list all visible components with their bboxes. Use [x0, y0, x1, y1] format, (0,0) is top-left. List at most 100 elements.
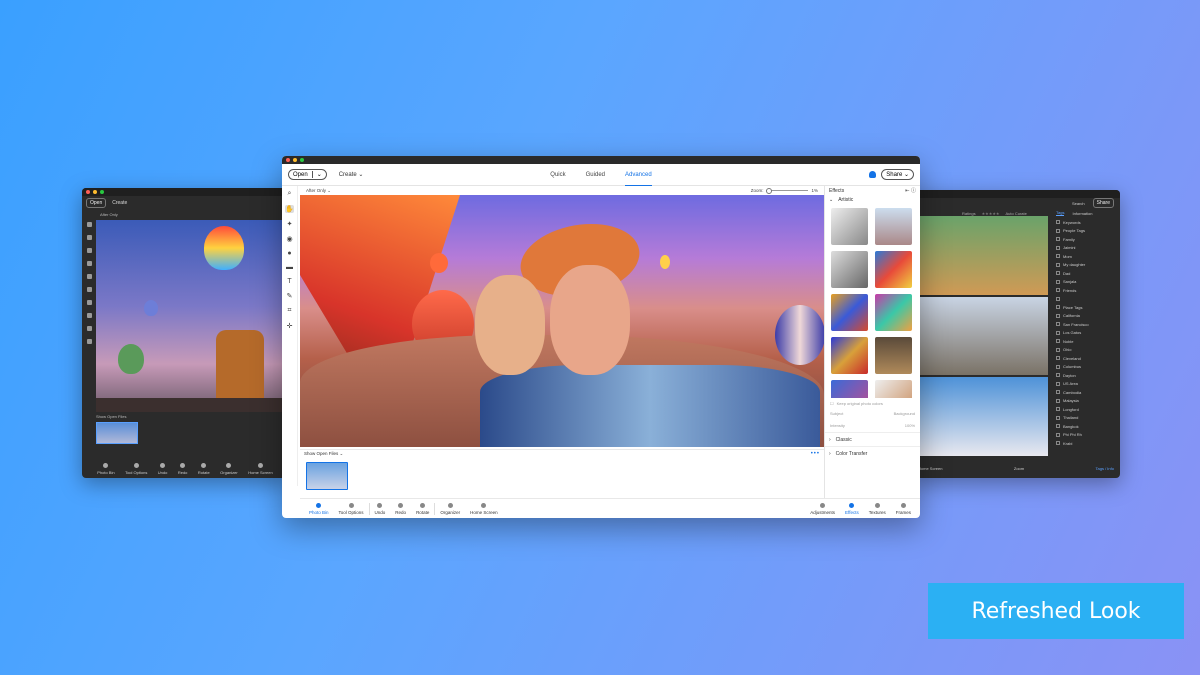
tag-row[interactable]: US Area [1050, 380, 1120, 389]
move-tool-icon[interactable]: ✛ [287, 322, 293, 330]
effect-thumbnail[interactable] [831, 251, 868, 288]
search-button[interactable]: Search [1072, 201, 1085, 206]
home-screen-button[interactable]: Home Screen [918, 466, 942, 471]
photo-thumbnail[interactable] [920, 377, 1048, 457]
panel-menu-icon[interactable]: ⇤ ⓘ [905, 187, 916, 194]
move-tool-icon[interactable] [86, 339, 92, 344]
brush-tool-icon[interactable] [86, 274, 92, 279]
bottom-organizer[interactable]: Organizer [435, 502, 465, 515]
tag-checkbox[interactable] [1056, 415, 1060, 420]
tab-tags[interactable]: Tags [1056, 210, 1065, 216]
bottom-tool-options[interactable]: Tool Options [125, 463, 147, 475]
eraser-tool-icon[interactable] [86, 287, 92, 292]
effect-thumbnail[interactable] [875, 208, 912, 245]
close-dot[interactable] [286, 158, 290, 162]
tag-row[interactable]: Family [1050, 235, 1120, 244]
tag-checkbox[interactable] [1056, 254, 1060, 259]
zoom-tool-icon[interactable] [86, 222, 92, 227]
type-tool-icon[interactable] [86, 300, 92, 305]
notification-bell-icon[interactable] [869, 171, 877, 178]
effect-thumbnail[interactable] [875, 294, 912, 331]
bottom-photo-bin[interactable]: Photo Bin [97, 463, 115, 475]
view-select[interactable]: After Only [82, 210, 288, 218]
maximize-dot[interactable] [100, 190, 104, 194]
pencil-tool-icon[interactable] [86, 313, 92, 318]
tag-row[interactable]: Place Tags [1050, 303, 1120, 312]
tag-checkbox[interactable] [1056, 279, 1060, 284]
effect-thumbnail[interactable] [831, 380, 868, 398]
tag-checkbox[interactable] [1056, 288, 1060, 293]
auto-curate-toggle[interactable]: Auto Curate [1006, 211, 1027, 216]
bottom-undo[interactable]: Undo [370, 502, 391, 515]
tag-row[interactable]: Mom [1050, 252, 1120, 261]
tag-row[interactable]: San Francisco [1050, 320, 1120, 329]
film-thumbnail[interactable] [96, 422, 138, 444]
brush-tool-icon[interactable]: ● [287, 250, 291, 257]
bottom-home[interactable]: Home Screen [248, 463, 273, 475]
subject-button[interactable]: Subject [830, 411, 843, 416]
tag-row[interactable]: Sanjala [1050, 278, 1120, 287]
tab-guided[interactable]: Guided [586, 164, 605, 186]
tag-row[interactable]: Cambodia [1050, 388, 1120, 397]
tag-checkbox[interactable] [1056, 245, 1060, 250]
tag-row[interactable]: Columbus [1050, 363, 1120, 372]
bottom-photo-bin[interactable]: Photo Bin [304, 502, 334, 515]
tag-checkbox[interactable] [1056, 356, 1060, 361]
tag-checkbox[interactable] [1056, 424, 1060, 429]
tab-information[interactable]: Information [1072, 211, 1092, 216]
effect-thumbnail[interactable] [875, 251, 912, 288]
effect-thumbnail[interactable] [875, 337, 912, 374]
tag-checkbox[interactable] [1056, 398, 1060, 403]
zoom-slider[interactable] [766, 188, 809, 194]
create-menu[interactable]: Create ⌄ [339, 171, 364, 178]
tags-info-button[interactable]: Tags / Info [1096, 466, 1114, 471]
photo-thumbnail[interactable] [920, 296, 1048, 376]
bottom-home[interactable]: Home Screen [465, 502, 503, 515]
bottom-adjustments[interactable]: Adjustments [805, 502, 840, 515]
hand-tool-icon[interactable] [86, 235, 92, 240]
type-tool-icon[interactable]: T [287, 278, 291, 285]
open-button[interactable]: Open ⌄ [288, 169, 327, 180]
bottom-tool-options[interactable]: Tool Options [334, 502, 369, 515]
bottom-organizer[interactable]: Organizer [220, 463, 238, 475]
tag-row[interactable]: Thailand [1050, 414, 1120, 423]
share-button[interactable]: Share ⌄ [881, 169, 914, 180]
tag-checkbox[interactable] [1056, 322, 1060, 327]
keep-colors-checkbox[interactable]: ☐ Keep original photo colors [825, 398, 920, 408]
tag-checkbox[interactable] [1056, 347, 1060, 352]
tag-checkbox[interactable] [1056, 432, 1060, 437]
tag-checkbox[interactable] [1056, 220, 1060, 225]
bottom-effects[interactable]: Effects [840, 502, 864, 515]
pencil-tool-icon[interactable]: ✎ [287, 292, 293, 300]
tag-checkbox[interactable] [1056, 296, 1060, 301]
bottom-redo[interactable]: Redo [178, 463, 187, 475]
tag-checkbox[interactable] [1056, 373, 1060, 378]
open-button[interactable]: Open [86, 198, 107, 208]
tag-checkbox[interactable] [1056, 339, 1060, 344]
section-classic[interactable]: › Classic [825, 432, 920, 446]
eye-tool-icon[interactable] [86, 261, 92, 266]
film-label[interactable]: Show Open Files [96, 414, 282, 419]
create-menu[interactable]: Create [112, 200, 127, 206]
effect-thumbnail[interactable] [875, 380, 912, 398]
tag-row[interactable]: People Tags [1050, 227, 1120, 236]
tag-checkbox[interactable] [1056, 262, 1060, 267]
tag-row[interactable]: Jaimini [1050, 244, 1120, 253]
tag-checkbox[interactable] [1056, 237, 1060, 242]
tag-row[interactable]: Ohio [1050, 346, 1120, 355]
tag-checkbox[interactable] [1056, 313, 1060, 318]
intensity-slider[interactable]: Intensity 100% [825, 418, 920, 432]
film-thumbnail[interactable] [306, 462, 348, 490]
tag-row[interactable]: Dad [1050, 269, 1120, 278]
tag-checkbox[interactable] [1056, 407, 1060, 412]
tag-checkbox[interactable] [1056, 381, 1060, 386]
background-button[interactable]: Background [894, 411, 915, 416]
tag-row[interactable]: California [1050, 312, 1120, 321]
wand-tool-icon[interactable]: ✦ [287, 220, 293, 228]
category-artistic[interactable]: ⌄ Artistic [825, 195, 920, 204]
close-dot[interactable] [86, 190, 90, 194]
tag-row[interactable]: Noble [1050, 337, 1120, 346]
tag-checkbox[interactable] [1056, 364, 1060, 369]
bottom-redo[interactable]: Redo [390, 502, 411, 515]
tag-row[interactable]: My daughter [1050, 261, 1120, 270]
